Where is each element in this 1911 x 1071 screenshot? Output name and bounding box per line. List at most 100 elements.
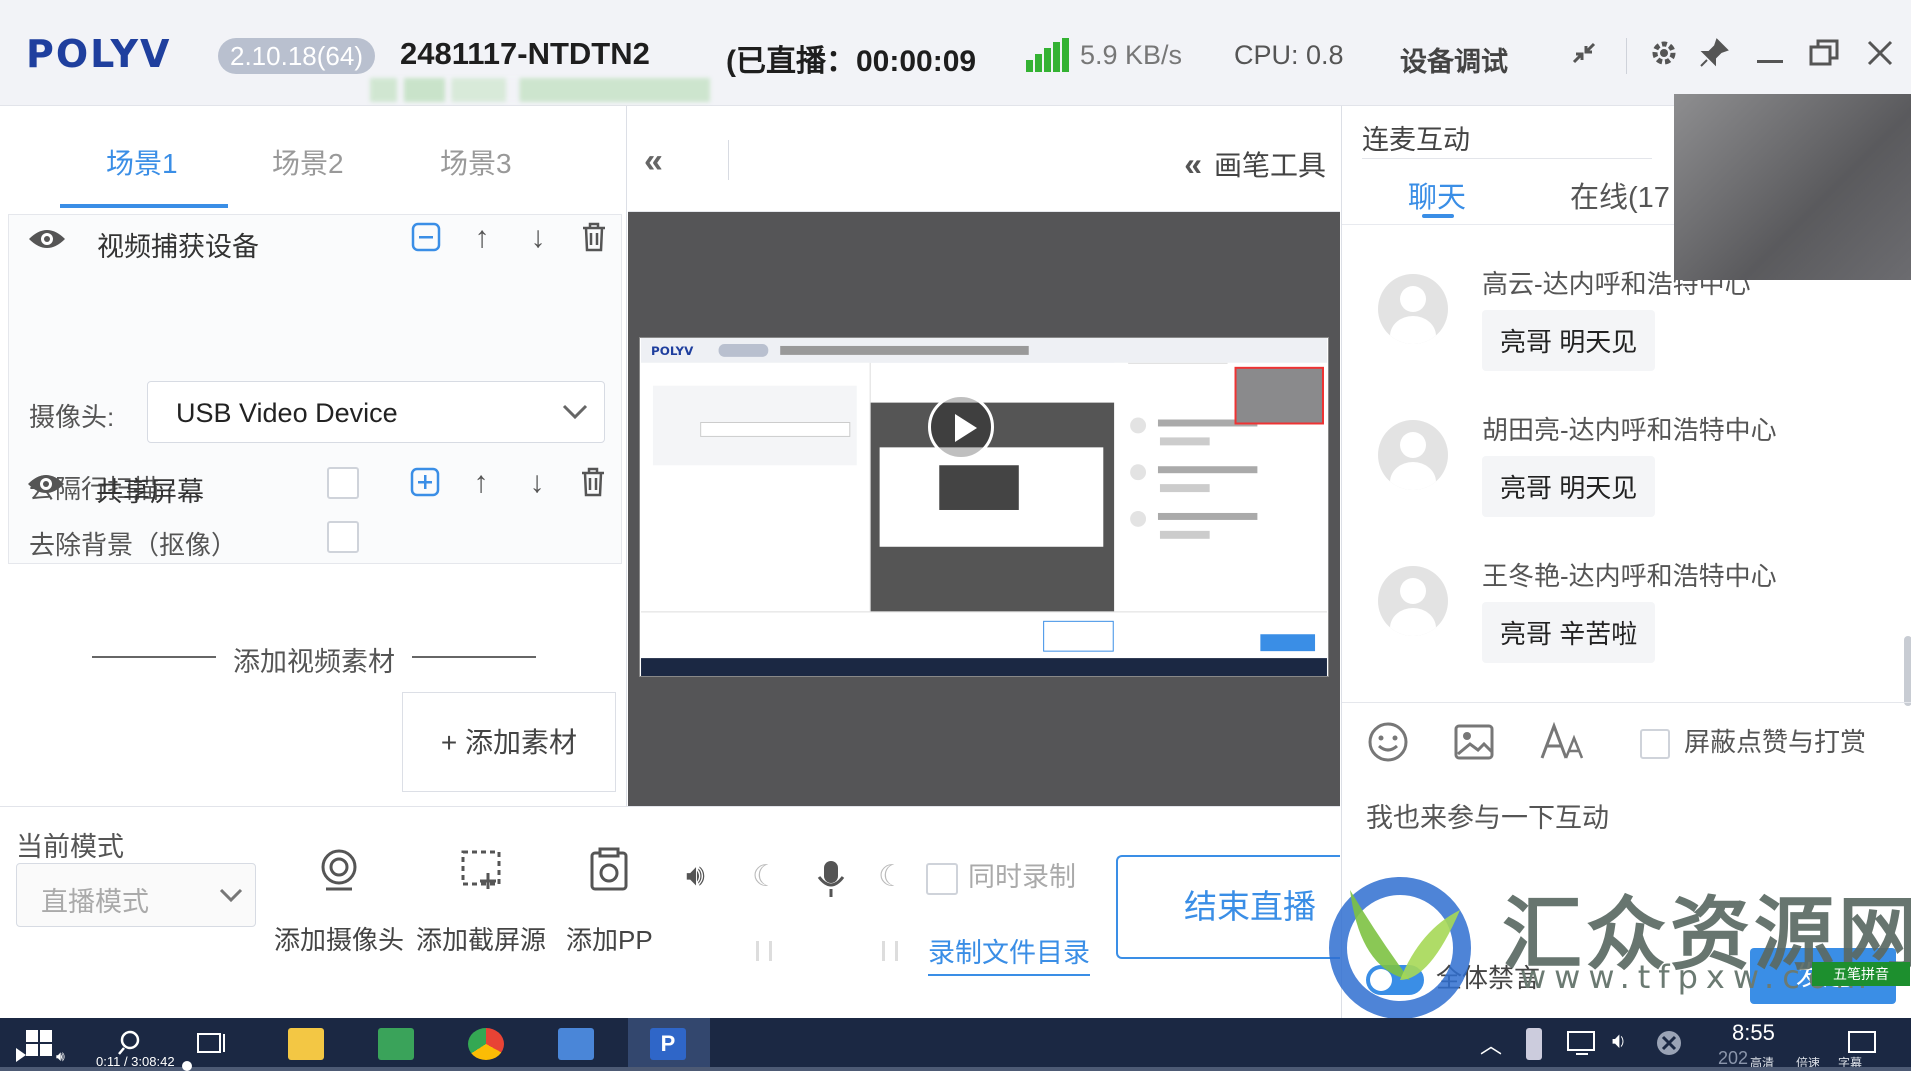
eye-icon[interactable] [26, 470, 66, 498]
add-ppt-label: 添加PP [566, 925, 653, 955]
ime-status-icon[interactable] [1654, 1028, 1690, 1060]
live-preview[interactable]: POLYV [628, 212, 1340, 806]
collapse-icon[interactable] [409, 221, 443, 255]
tab-chat[interactable]: 聊天 [1408, 174, 1466, 216]
add-ppt-button[interactable]: 添加PP [566, 847, 653, 957]
block-likes-checkbox[interactable] [1640, 729, 1670, 760]
remote-desktop-icon[interactable] [558, 1028, 594, 1060]
video-capture-title: 视频捕获设备 [97, 232, 259, 262]
mode-select[interactable]: 直播模式 [16, 863, 256, 927]
network-speed: 5.9 KB/s [1080, 40, 1183, 70]
chat-message: 王冬艳-达内呼和浩特中心 亮哥 辛苦啦 [1378, 556, 1898, 706]
add-camera-label: 添加摄像头 [274, 925, 405, 955]
task-view-icon[interactable] [196, 1028, 232, 1060]
trash-icon[interactable] [577, 221, 611, 255]
ppt-icon [590, 847, 628, 891]
pen-tool-button[interactable]: « 画笔工具 [1184, 144, 1326, 184]
restore-icon[interactable] [1806, 36, 1842, 72]
chat-message-text: 亮哥 明天见 [1482, 456, 1656, 517]
sync-record-checkbox[interactable] [926, 862, 958, 895]
move-down-icon[interactable]: ↓ [521, 221, 555, 255]
chat-tab-indicator [1422, 214, 1454, 218]
close-icon[interactable] [1862, 36, 1898, 72]
play-icon[interactable] [928, 394, 994, 460]
chat-input[interactable]: 我也来参与一下互动 [1366, 796, 1609, 835]
clock-date: 202 [1718, 1048, 1749, 1068]
chat-message-text: 亮哥 明天见 [1482, 310, 1656, 371]
active-tab-indicator [60, 204, 228, 208]
chat-message: 高云-达内呼和浩特中心 亮哥 明天见 [1378, 264, 1898, 414]
mic-divider [1362, 158, 1652, 159]
cpu-usage: CPU: 0.8 [1234, 40, 1344, 70]
tab-scene-2[interactable]: 场景2 [272, 142, 344, 182]
tab-online[interactable]: 在线(17 [1570, 174, 1670, 216]
tab-scene-3[interactable]: 场景3 [440, 142, 512, 182]
avatar [1378, 274, 1448, 344]
chat-scrollbar[interactable] [1904, 636, 1911, 706]
microphone-volume-bar[interactable] [882, 941, 898, 961]
player-progress-bar[interactable] [0, 1067, 1911, 1071]
clock-time[interactable]: 8:55 [1732, 1020, 1775, 1046]
notepad-icon[interactable] [378, 1028, 414, 1060]
scene-tabs: 场景1 场景2 场景3 [0, 106, 627, 212]
device-test-button[interactable]: 设备调试 [1400, 40, 1508, 79]
player-play-icon[interactable] [14, 1046, 30, 1066]
avatar [1378, 566, 1448, 636]
move-up-icon[interactable]: ↑ [465, 221, 499, 255]
move-up-icon[interactable]: ↑ [464, 466, 498, 500]
collapse-left-icon[interactable]: « [644, 142, 663, 181]
player-progress-handle[interactable] [182, 1061, 192, 1071]
chevron-up-icon[interactable]: ︿ [1480, 1028, 1516, 1060]
room-id: 2481117-NTDTN2 [400, 36, 650, 71]
trash-icon[interactable] [576, 466, 610, 500]
chat-message-sender: 王冬艳-达内呼和浩特中心 [1482, 561, 1777, 591]
expand-icon[interactable] [408, 466, 442, 500]
pin-icon[interactable] [1696, 36, 1732, 72]
eye-icon[interactable] [27, 225, 67, 253]
avatar [1378, 420, 1448, 490]
speaker-icon[interactable]: 🔊︎ [686, 859, 705, 893]
record-directory-link[interactable]: 录制文件目录 [928, 931, 1090, 976]
preview-screen-capture: POLYV [639, 337, 1329, 677]
video-capture-header: 视频捕获设备 ↑ ↓ [9, 215, 623, 271]
add-material-button[interactable]: + 添加素材 [402, 692, 616, 792]
mic-interaction-title[interactable]: 连麦互动 [1362, 118, 1470, 157]
sync-record-option[interactable]: 同时录制 [926, 855, 1076, 895]
tab-scene-1[interactable]: 场景1 [106, 142, 178, 182]
move-down-icon[interactable]: ↓ [520, 466, 554, 500]
mode-select-value: 直播模式 [41, 887, 149, 917]
camera-select[interactable]: USB Video Device [147, 381, 605, 443]
minimize-layout-icon[interactable] [1566, 36, 1602, 72]
chat-message: 胡田亮-达内呼和浩特中心 亮哥 明天见 [1378, 410, 1898, 560]
add-camera-button[interactable]: 添加摄像头 [274, 847, 404, 957]
chrome-icon[interactable] [468, 1028, 504, 1060]
polyv-app-icon[interactable]: P [650, 1028, 686, 1060]
header-separator [728, 140, 729, 180]
blurred-subtitle [370, 78, 710, 102]
title-bar: POLYV 2.10.18(64) 2481117-NTDTN2 (已直播：00… [0, 0, 1911, 106]
preview-header: « « 画笔工具 [628, 106, 1340, 212]
network-icon[interactable] [1566, 1028, 1602, 1060]
version-badge: 2.10.18(64) [218, 38, 375, 74]
image-icon[interactable] [1452, 720, 1496, 773]
minimize-icon[interactable] [1752, 36, 1788, 72]
microphone-icon[interactable] [816, 859, 846, 907]
remove-background-checkbox[interactable] [327, 521, 359, 553]
add-capture-button[interactable]: 添加截屏源 [416, 847, 546, 957]
volume-icon[interactable]: 🔉︎ [1612, 1028, 1648, 1060]
emoji-icon[interactable] [1366, 720, 1410, 773]
chevron-down-icon [219, 888, 243, 903]
gear-icon[interactable] [1646, 36, 1682, 72]
webcam-overlay [1674, 94, 1911, 280]
font-size-icon[interactable] [1538, 720, 1586, 773]
player-volume-icon[interactable]: 🔊︎ [56, 1048, 74, 1066]
titlebar-separator [1626, 38, 1627, 74]
speaker-volume-bar[interactable] [756, 941, 772, 961]
block-likes-option[interactable]: 屏蔽点赞与打赏 [1640, 722, 1866, 760]
usb-icon[interactable] [1526, 1028, 1542, 1060]
file-explorer-icon[interactable] [288, 1028, 324, 1060]
camera-icon [321, 849, 357, 891]
chat-message-sender: 胡田亮-达内呼和浩特中心 [1482, 415, 1777, 445]
live-duration: (已直播：00:00:09 [726, 45, 977, 78]
expand-left-icon: « [1184, 146, 1202, 182]
